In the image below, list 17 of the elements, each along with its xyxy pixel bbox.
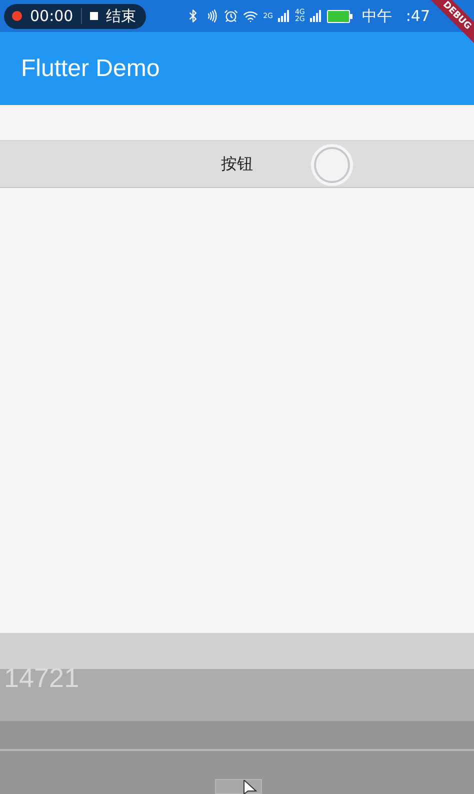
nfc-icon: [205, 9, 220, 23]
screen-recording-pill[interactable]: 00:00 结束: [4, 4, 146, 28]
stop-label: 结束: [106, 6, 136, 26]
battery-icon: [326, 10, 353, 22]
stop-icon: [90, 12, 98, 20]
record-icon: [12, 11, 22, 21]
cursor-icon: [243, 780, 257, 794]
clock: :47: [406, 7, 430, 25]
touch-ripple-icon: [314, 147, 350, 183]
alarm-icon: [224, 9, 238, 23]
clock: 中午: [362, 6, 392, 26]
wifi-icon: [243, 8, 258, 24]
recording-time: 00:00: [30, 7, 74, 25]
app-title: Flutter Demo: [21, 54, 160, 82]
signal-icon: [310, 10, 322, 22]
text-button[interactable]: 按钮: [0, 140, 474, 188]
signal-icon: [278, 10, 290, 22]
